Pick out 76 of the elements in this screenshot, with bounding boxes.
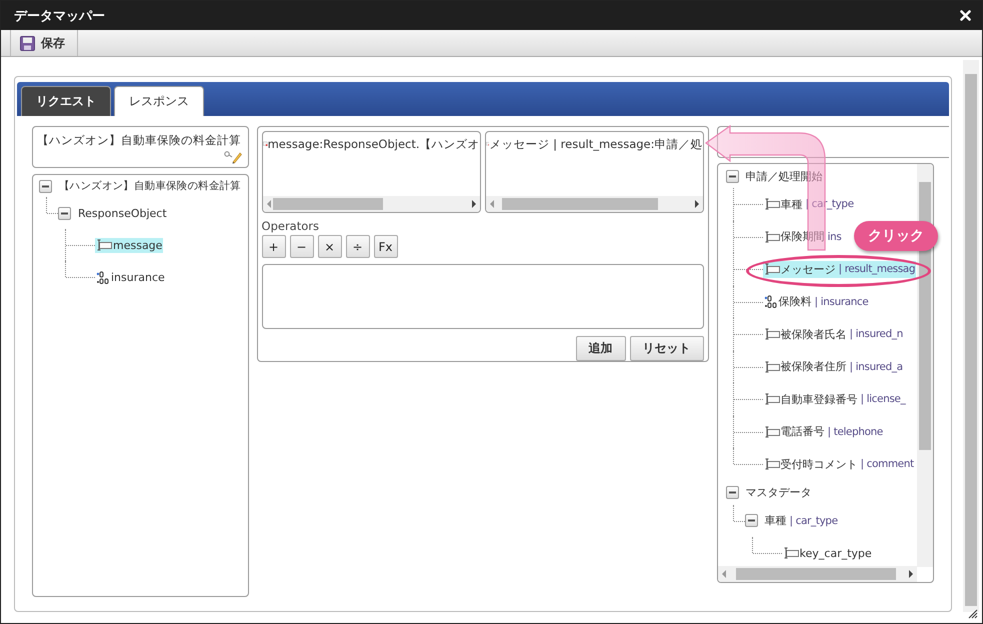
collapse-toggle[interactable] [39, 180, 52, 192]
field-name: | insurance [814, 296, 868, 308]
operator-button[interactable]: + [262, 235, 286, 258]
field-name: | comment [860, 458, 914, 470]
item-label: 自動車登録番号 [780, 392, 858, 407]
item-label: 被保険者氏名 [780, 326, 847, 342]
window-title: データマッパー [14, 8, 105, 24]
field-name: ins [828, 230, 842, 243]
tree-item[interactable]: 保険料 | insurance [762, 293, 870, 310]
text-field-icon [782, 547, 799, 560]
action-button[interactable]: リセット [630, 336, 704, 361]
field-name: | insured_n [850, 328, 903, 340]
tree-item[interactable]: 【ハンズオン】自動車保険の料金計算 [58, 178, 242, 194]
collapse-toggle[interactable] [726, 486, 739, 499]
item-label: 保険料 [778, 294, 812, 310]
item-label: 車種 [764, 513, 787, 528]
text-field-icon [764, 263, 780, 276]
tree-item[interactable]: insurance [95, 270, 166, 284]
edit-icon[interactable] [224, 150, 242, 164]
tree-item[interactable]: 受付時コメント | comment [762, 456, 915, 473]
vertical-scrollbar[interactable] [963, 60, 979, 612]
tree-item[interactable]: マスタデータ [744, 484, 813, 501]
horizontal-scrollbar[interactable] [486, 196, 703, 212]
flow-title: 【ハンズオン】自動車保険の料金計算 [37, 133, 241, 147]
item-label: key_car_type [800, 546, 872, 560]
text-field-icon [764, 360, 780, 373]
resize-grip-icon[interactable] [968, 609, 978, 619]
operators-label: Operators [262, 219, 320, 233]
tree-item[interactable]: 被保険者氏名 | insured_n [762, 326, 904, 343]
horizontal-scrollbar[interactable] [718, 566, 917, 582]
tab[interactable]: リクエスト [21, 86, 111, 116]
tree-item[interactable]: 自動車登録番号 | license_ [762, 390, 906, 408]
operator-button[interactable]: Fx [374, 235, 398, 258]
item-label: 被保険者住所 [780, 359, 847, 374]
tree-item[interactable]: 車種 | car_type [764, 512, 839, 530]
tree-item[interactable]: message [95, 238, 164, 252]
operator-button[interactable]: ÷ [346, 235, 370, 258]
expression-field[interactable] [262, 264, 704, 329]
callout-bubble: クリック [854, 221, 938, 251]
source-mapping: message:ResponseObject.【ハンズオ [268, 137, 480, 152]
decimal-icon [764, 295, 778, 308]
text-field-icon [764, 328, 780, 340]
item-label: 電話番号 [780, 424, 825, 440]
decimal-icon [96, 270, 110, 284]
text-field-icon [764, 393, 780, 406]
field-name: | car_type [790, 514, 838, 527]
operator-button[interactable]: × [318, 235, 342, 258]
collapse-toggle[interactable] [726, 170, 739, 182]
collapse-toggle[interactable] [58, 206, 71, 220]
field-name: | result_messag [838, 263, 916, 276]
text-field-icon [96, 239, 112, 251]
field-name: | telephone [828, 426, 883, 438]
tab[interactable]: レスポンス [114, 86, 204, 116]
item-label: メッセージ [780, 262, 836, 277]
operator-button[interactable]: − [290, 235, 314, 258]
tree-item[interactable]: メッセージ | result_messag [762, 260, 916, 278]
collapse-toggle[interactable] [744, 514, 758, 528]
horizontal-scrollbar[interactable] [262, 196, 480, 212]
item-label: 受付時コメント [780, 456, 858, 472]
action-button[interactable]: 追加 [576, 336, 626, 361]
tree-item[interactable]: 被保険者住所 | insured_a [762, 358, 904, 376]
close-icon[interactable] [960, 10, 971, 21]
target-mapping: メッセージ | result_message:申請／処 [489, 137, 703, 152]
text-field-icon [764, 230, 780, 243]
tree-item[interactable]: key_car_type [782, 546, 873, 561]
item-label: 車種 [780, 196, 803, 212]
tree-item[interactable]: 電話番号 | telephone [762, 423, 884, 440]
text-field-icon [764, 458, 780, 470]
text-field-icon [764, 198, 780, 210]
save-button[interactable]: 保存 [10, 30, 78, 56]
tree-item[interactable]: ResponseObject [77, 206, 168, 220]
item-label: insurance [111, 270, 165, 284]
text-field-icon [764, 426, 780, 438]
field-name: | license_ [860, 393, 906, 406]
field-name: | insured_a [850, 360, 903, 373]
item-label: message [113, 238, 162, 252]
